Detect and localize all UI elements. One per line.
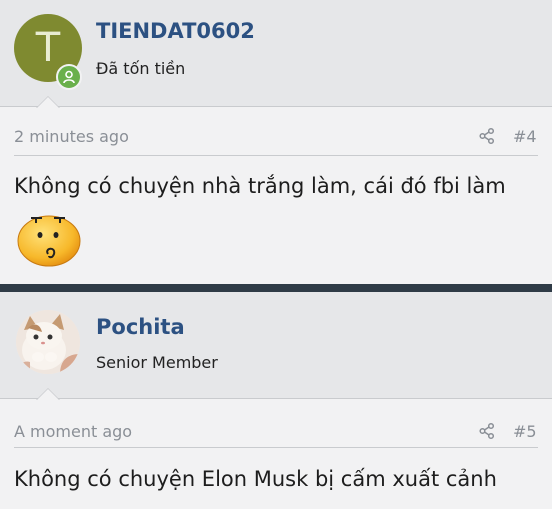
share-icon[interactable] <box>478 127 496 145</box>
share-icon[interactable] <box>478 422 496 440</box>
user-title: Đã tốn tiền <box>96 59 186 78</box>
post-divider <box>0 284 552 292</box>
avatar[interactable] <box>16 310 80 374</box>
post-meta: 2 minutes ago #4 <box>0 127 552 157</box>
post-5: Pochita Senior Member A moment ago #5 Kh… <box>0 292 552 509</box>
cat-avatar-icon <box>16 310 80 374</box>
confused-face-emoji-icon <box>17 215 81 267</box>
user-title: Senior Member <box>96 353 218 372</box>
post-time[interactable]: A moment ago <box>14 422 132 441</box>
post-body: Không có chuyện Elon Musk bị cấm xuất cả… <box>14 467 497 491</box>
avatar-letter: T <box>35 25 61 71</box>
post-body: Không có chuyện nhà trắng làm, cái đó fb… <box>14 174 506 198</box>
post-number[interactable]: #5 <box>513 422 537 441</box>
post-number[interactable]: #4 <box>513 127 537 146</box>
username[interactable]: Pochita <box>96 315 185 339</box>
username[interactable]: TIENDAT0602 <box>96 19 255 43</box>
post-time[interactable]: 2 minutes ago <box>14 127 129 146</box>
online-status-icon <box>56 64 82 90</box>
user-header: T TIENDAT0602 Đã tốn tiền <box>0 0 552 108</box>
post-4: T TIENDAT0602 Đã tốn tiền 2 minutes ago … <box>0 0 552 284</box>
user-header: Pochita Senior Member <box>0 292 552 400</box>
